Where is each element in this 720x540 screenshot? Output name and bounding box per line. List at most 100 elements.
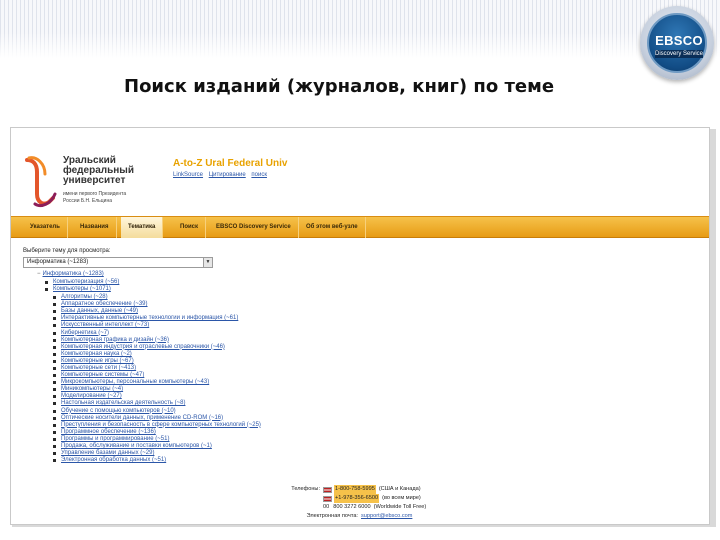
bullet-icon [53, 303, 56, 307]
tree-item-link[interactable]: Электронная обработка данных (~51) [61, 457, 166, 464]
support-email-link[interactable]: support@ebsco.com [361, 512, 412, 521]
bullet-icon [53, 359, 56, 363]
ebsco-logo-inner: EBSCO Discovery Service [647, 13, 707, 73]
tree-item-link[interactable]: Обучение с помощью компьютеров (~10) [61, 408, 176, 415]
tree-item-link[interactable]: Компьютерная наука (~2) [61, 351, 132, 358]
bullet-icon [53, 445, 56, 449]
flag-icon [323, 486, 332, 493]
tree-item-link[interactable]: Преступления и безопасность в сфере комп… [61, 422, 261, 429]
phone-note: (США и Канада) [378, 486, 421, 492]
tree-item-link[interactable]: Управление базами данных (~29) [61, 450, 154, 457]
bullet-icon [53, 317, 56, 321]
tab-ebsco-discovery[interactable]: EBSCO Discovery Service [209, 217, 299, 238]
ebsco-logo-brand: EBSCO [655, 33, 703, 48]
tree-item-link[interactable]: Микрокомпьютеры, персональные компьютеры… [61, 379, 209, 386]
tree-item: Обучение с помощью компьютеров (~10) [53, 408, 261, 415]
tab-subjects[interactable]: Тематика [121, 217, 164, 238]
bullet-icon [53, 366, 56, 370]
phone-note: (Worldwide Toll Free) [373, 504, 427, 510]
tree-item: Компьютерная индустрия и отраслевые спра… [53, 344, 261, 351]
slide-title: Поиск изданий (журналов, книг) по теме [124, 76, 555, 97]
phone-label: Телефоны: [291, 486, 320, 492]
bullet-icon [53, 324, 56, 328]
tree-item: Миникомпьютеры (~4) [53, 386, 261, 393]
tree-item-link[interactable]: Компьютерные игры (~67) [61, 358, 134, 365]
search-link[interactable]: поиск [251, 172, 267, 178]
phone-prefix: 00 [323, 504, 330, 510]
bullet-icon [53, 388, 56, 392]
tab-about[interactable]: Об этом веб-узле [299, 217, 366, 238]
bullet-icon [53, 430, 56, 434]
tree-item-link[interactable]: Продажа, обслуживание и поставки компьют… [61, 443, 212, 450]
site-header: Уральский федеральный университет имени … [11, 128, 709, 214]
ebsco-logo: EBSCO Discovery Service [640, 6, 714, 80]
tree-item-link[interactable]: Оптические носители данных, применение C… [61, 415, 223, 422]
tree-item-link[interactable]: Компьютерные системы (~47) [61, 372, 144, 379]
bullet-icon [53, 459, 56, 463]
tree-item: Программное обеспечение (~136) [53, 429, 261, 436]
phone-note: (во всем мире) [382, 495, 421, 501]
tree-item: Компьютерные сети (~413) [53, 365, 261, 372]
tree-item-link[interactable]: Компьютеризация (~56) [53, 279, 119, 286]
tree-item: Микрокомпьютеры, персональные компьютеры… [53, 379, 261, 386]
tree-item-link[interactable]: Миникомпьютеры (~4) [61, 386, 123, 393]
bullet-icon [53, 374, 56, 378]
tab-titles[interactable]: Названия [73, 217, 117, 238]
az-list-title: A-to-Z Ural Federal Univ [173, 158, 288, 169]
tree-item: Моделирование (~27) [53, 393, 261, 400]
tab-index[interactable]: Указатель [23, 217, 68, 238]
bullet-icon [53, 310, 56, 314]
tree-item-link[interactable]: Компьютеры (~1071) [53, 286, 111, 293]
tree-item: Компьютерные игры (~67) [53, 358, 261, 365]
tree-item: Компьютеры (~1071) [45, 286, 119, 293]
tree-item-link[interactable]: Алгоритмы (~28) [61, 294, 108, 301]
tree-item-link[interactable]: Программы и программирование (~51) [61, 436, 169, 443]
linksource-link[interactable]: LinkSource [173, 172, 203, 178]
tree-item-link[interactable]: Программное обеспечение (~136) [61, 429, 156, 436]
tree-item-link[interactable]: Моделирование (~27) [61, 393, 122, 400]
email-label: Электронная почта: [306, 513, 358, 519]
citation-link[interactable]: Цитирование [209, 172, 246, 178]
contact-info: Телефоны: 1-800-758-5995 (США и Канада) … [283, 485, 426, 521]
phone-number: 1-800-758-5995 [334, 485, 376, 494]
bullet-icon [53, 381, 56, 385]
tree-root: − Информатика (~1283) [37, 271, 104, 277]
bullet-icon [53, 402, 56, 406]
tree-item: Искусственный интеллект (~73) [53, 322, 261, 329]
bullet-icon [53, 416, 56, 420]
main-nav: Указатель Названия Тематика Поиск EBSCO … [11, 216, 709, 238]
tree-item-link[interactable]: Искусственный интеллект (~73) [61, 322, 149, 329]
tree-item-link[interactable]: Компьютерная графика и дизайн (~36) [61, 337, 169, 344]
tree-item-link[interactable]: Настольная издательская деятельность (~8… [61, 400, 185, 407]
tree-item: Алгоритмы (~28) [53, 294, 261, 301]
subject-select[interactable]: Информатика (~1283) ▼ [23, 257, 213, 268]
tree-item-link[interactable]: Компьютерная индустрия и отраслевые спра… [61, 344, 225, 351]
tree-item-link[interactable]: Компьютерные сети (~413) [61, 365, 136, 372]
browser-screenshot: Уральский федеральный университет имени … [10, 127, 710, 525]
collapse-icon[interactable]: − [37, 271, 41, 277]
tree-item: Компьютерные системы (~47) [53, 372, 261, 379]
bullet-icon [53, 296, 56, 300]
subject-select-label: Выберите тему для просмотра: [23, 248, 111, 254]
tree-level2: Алгоритмы (~28) Аппаратное обеспечение (~… [53, 294, 261, 464]
chevron-down-icon[interactable]: ▼ [203, 258, 212, 267]
bullet-icon [53, 452, 56, 456]
az-header-links: LinkSource Цитирование поиск [173, 172, 271, 178]
tree-item: Компьютерная наука (~2) [53, 351, 261, 358]
bullet-icon [53, 338, 56, 342]
phone-row: 00 800 3272 6000 (Worldwide Toll Free) [283, 503, 426, 512]
bullet-icon [53, 345, 56, 349]
tab-search[interactable]: Поиск [173, 217, 207, 238]
bullet-icon [53, 395, 56, 399]
tree-root-link[interactable]: Информатика (~1283) [43, 271, 104, 277]
tree-item: Электронная обработка данных (~51) [53, 457, 261, 464]
tree-item-link[interactable]: Аппаратное обеспечение (~39) [61, 301, 148, 308]
bullet-icon [53, 331, 56, 335]
tree-item-link[interactable]: Базы данных, данные (~49) [61, 308, 138, 315]
university-logo-icon [25, 156, 57, 208]
flag-icon [323, 495, 332, 502]
bullet-icon [53, 409, 56, 413]
tree-item-link[interactable]: Кибернетика (~7) [61, 330, 109, 337]
university-name: Уральский федеральный университет [63, 155, 134, 186]
phone-number: +1-978-356-6500 [334, 494, 380, 503]
